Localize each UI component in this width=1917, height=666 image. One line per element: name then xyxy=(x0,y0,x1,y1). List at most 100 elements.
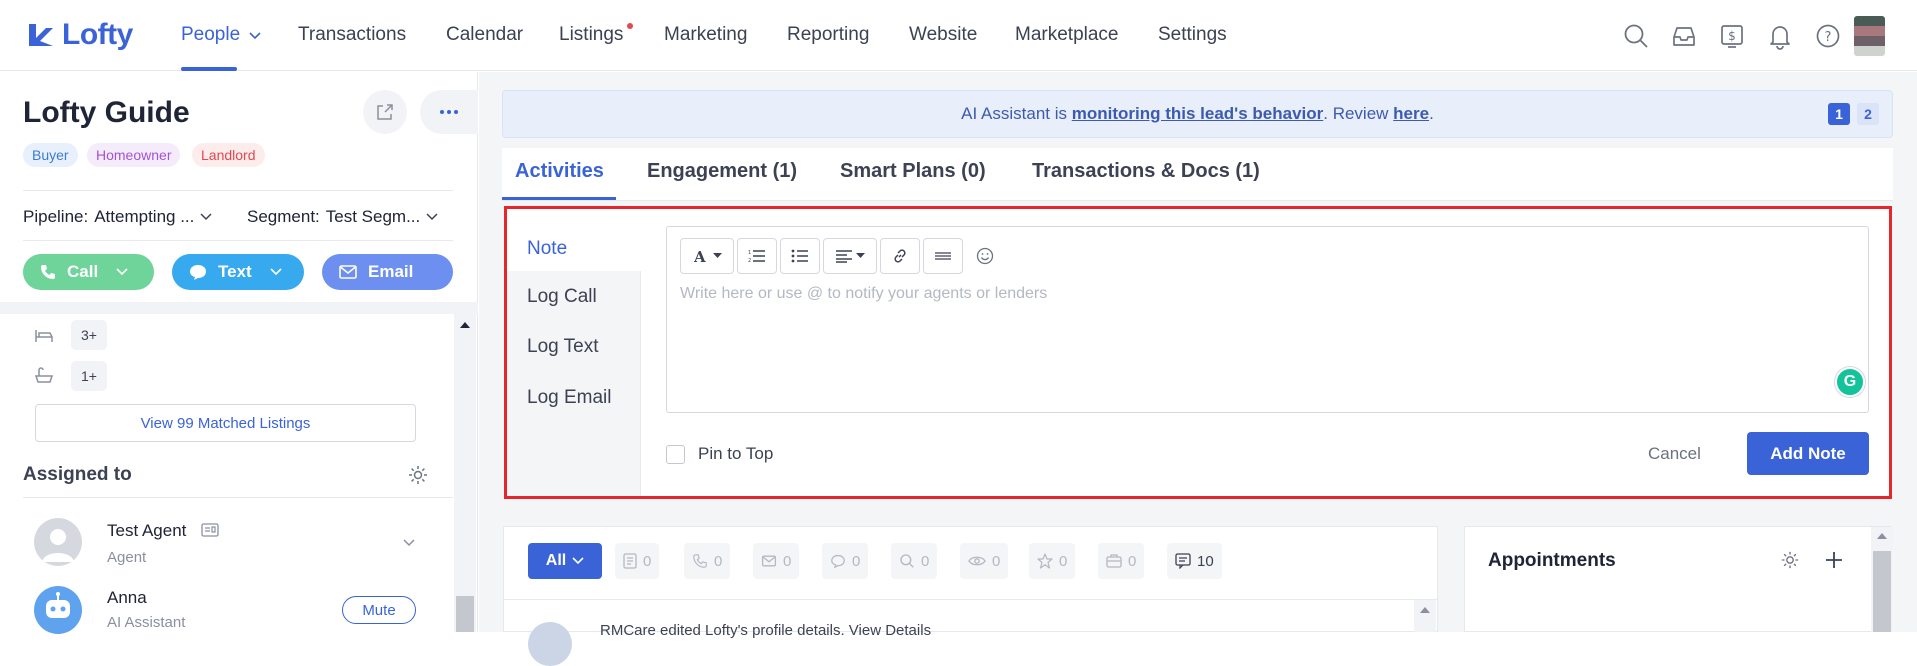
filter-all-activities[interactable]: 10 xyxy=(1167,543,1222,579)
ordered-list-button[interactable]: 12 xyxy=(737,238,777,274)
chevron-down-icon xyxy=(249,32,261,40)
filter-texts[interactable]: 0 xyxy=(822,543,869,579)
cancel-button[interactable]: Cancel xyxy=(1648,444,1701,464)
billing-icon[interactable]: $ xyxy=(1718,22,1746,50)
tab-smart-plans[interactable]: Smart Plans (0) xyxy=(840,160,986,183)
contact-card-icon[interactable] xyxy=(201,522,219,538)
side-tab-log-text[interactable]: Log Text xyxy=(527,336,598,358)
scroll-up-icon[interactable] xyxy=(459,321,471,329)
inbox-icon[interactable] xyxy=(1670,22,1698,50)
text-button[interactable]: Text xyxy=(172,254,304,290)
divider xyxy=(23,240,453,241)
gear-icon[interactable] xyxy=(407,464,429,486)
brand-logo[interactable]: Lofty xyxy=(26,18,133,52)
nav-listings[interactable]: Listings xyxy=(559,24,623,46)
divider-icon xyxy=(935,252,951,260)
banner-page-2[interactable]: 2 xyxy=(1857,103,1879,125)
nav-transactions[interactable]: Transactions xyxy=(298,24,406,46)
nav-settings[interactable]: Settings xyxy=(1158,24,1227,46)
grammarly-icon[interactable]: G xyxy=(1835,367,1865,397)
bell-icon[interactable] xyxy=(1766,22,1794,50)
help-icon[interactable]: ? xyxy=(1814,22,1842,50)
filter-favorites[interactable]: 0 xyxy=(1029,543,1076,579)
filter-views[interactable]: 0 xyxy=(960,543,1009,579)
filter-count: 0 xyxy=(852,552,861,570)
monitoring-link[interactable]: monitoring this lead's behavior xyxy=(1072,104,1324,124)
pin-to-top-checkbox[interactable] xyxy=(666,445,685,464)
divider xyxy=(23,497,453,498)
filter-notes[interactable]: 0 xyxy=(615,543,660,579)
phone-icon xyxy=(693,554,707,568)
scroll-up-icon[interactable] xyxy=(1876,532,1888,540)
share-button[interactable] xyxy=(363,90,407,134)
emoji-button[interactable] xyxy=(966,238,1004,274)
tab-engagement[interactable]: Engagement (1) xyxy=(647,160,797,183)
briefcase-icon xyxy=(1106,554,1122,568)
note-icon xyxy=(623,553,637,569)
filter-searches[interactable]: 0 xyxy=(891,543,938,579)
call-button[interactable]: Call xyxy=(23,254,154,290)
nav-reporting[interactable]: Reporting xyxy=(787,24,869,46)
search-icon[interactable] xyxy=(1622,22,1650,50)
align-button[interactable] xyxy=(823,238,877,274)
svg-text:$: $ xyxy=(1728,29,1736,43)
nav-people[interactable]: People xyxy=(181,24,240,46)
link-button[interactable] xyxy=(880,238,920,274)
left-scrollbar[interactable] xyxy=(454,314,476,632)
mail-icon xyxy=(761,555,777,567)
lead-name: Lofty Guide xyxy=(23,96,190,129)
assigned-title: Assigned to xyxy=(23,464,132,485)
tab-active-indicator xyxy=(502,197,616,200)
filter-count: 0 xyxy=(1059,552,1068,570)
filter-calls[interactable]: 0 xyxy=(684,543,731,579)
svg-text:A: A xyxy=(693,248,706,264)
email-button[interactable]: Email xyxy=(322,254,453,290)
side-tab-log-call[interactable]: Log Call xyxy=(527,286,597,308)
nav-website[interactable]: Website xyxy=(909,24,977,46)
tag-homeowner: Homeowner xyxy=(87,143,181,167)
nav-marketing[interactable]: Marketing xyxy=(664,24,747,46)
link-icon xyxy=(894,249,906,263)
user-avatar[interactable] xyxy=(1854,16,1885,56)
side-tab-log-email[interactable]: Log Email xyxy=(527,387,612,409)
divider xyxy=(23,190,453,191)
more-options-button[interactable] xyxy=(420,90,478,134)
filter-emails[interactable]: 0 xyxy=(753,543,800,579)
assignee-name: Test Agent xyxy=(107,521,187,540)
appointments-panel xyxy=(1464,526,1891,632)
nav-marketplace[interactable]: Marketplace xyxy=(1015,24,1119,46)
brand-name: Lofty xyxy=(62,18,133,51)
scroll-up-icon[interactable] xyxy=(1419,606,1431,614)
bullet-list-button[interactable] xyxy=(780,238,820,274)
tab-activities[interactable]: Activities xyxy=(515,160,604,183)
ai-assistant-banner: AI Assistant is monitoring this lead's b… xyxy=(502,90,1893,138)
chevron-down-icon[interactable] xyxy=(403,539,415,547)
font-button[interactable]: A xyxy=(680,238,734,274)
scrollbar-thumb[interactable] xyxy=(1873,551,1891,632)
activity-feed xyxy=(503,526,1438,632)
divider-button[interactable] xyxy=(923,238,963,274)
pipeline-dropdown[interactable]: Pipeline: Attempting ... xyxy=(23,207,212,227)
caret-down-icon xyxy=(712,253,722,258)
tab-transactions-docs[interactable]: Transactions & Docs (1) xyxy=(1032,160,1260,183)
filter-all-button[interactable]: All xyxy=(528,543,602,579)
baths-value: 1+ xyxy=(71,361,107,391)
caret-down-icon xyxy=(855,253,865,258)
nav-calendar[interactable]: Calendar xyxy=(446,24,523,46)
add-note-button[interactable]: Add Note xyxy=(1747,432,1869,475)
feed-scrollbar[interactable] xyxy=(1414,600,1436,632)
divider xyxy=(503,599,1438,600)
phone-icon xyxy=(41,265,55,279)
filter-count: 0 xyxy=(1128,552,1137,570)
plus-icon[interactable] xyxy=(1824,550,1844,570)
email-label: Email xyxy=(368,262,414,281)
scrollbar-thumb[interactable] xyxy=(456,596,474,632)
mute-button[interactable]: Mute xyxy=(342,596,416,624)
banner-page-1[interactable]: 1 xyxy=(1828,103,1850,125)
filter-transactions[interactable]: 0 xyxy=(1098,543,1145,579)
view-matched-listings-button[interactable]: View 99 Matched Listings xyxy=(35,404,416,442)
review-here-link[interactable]: here xyxy=(1393,104,1429,124)
gear-icon[interactable] xyxy=(1780,550,1800,570)
segment-dropdown[interactable]: Segment: Test Segm... xyxy=(247,207,438,227)
side-tab-note[interactable]: Note xyxy=(527,238,567,260)
